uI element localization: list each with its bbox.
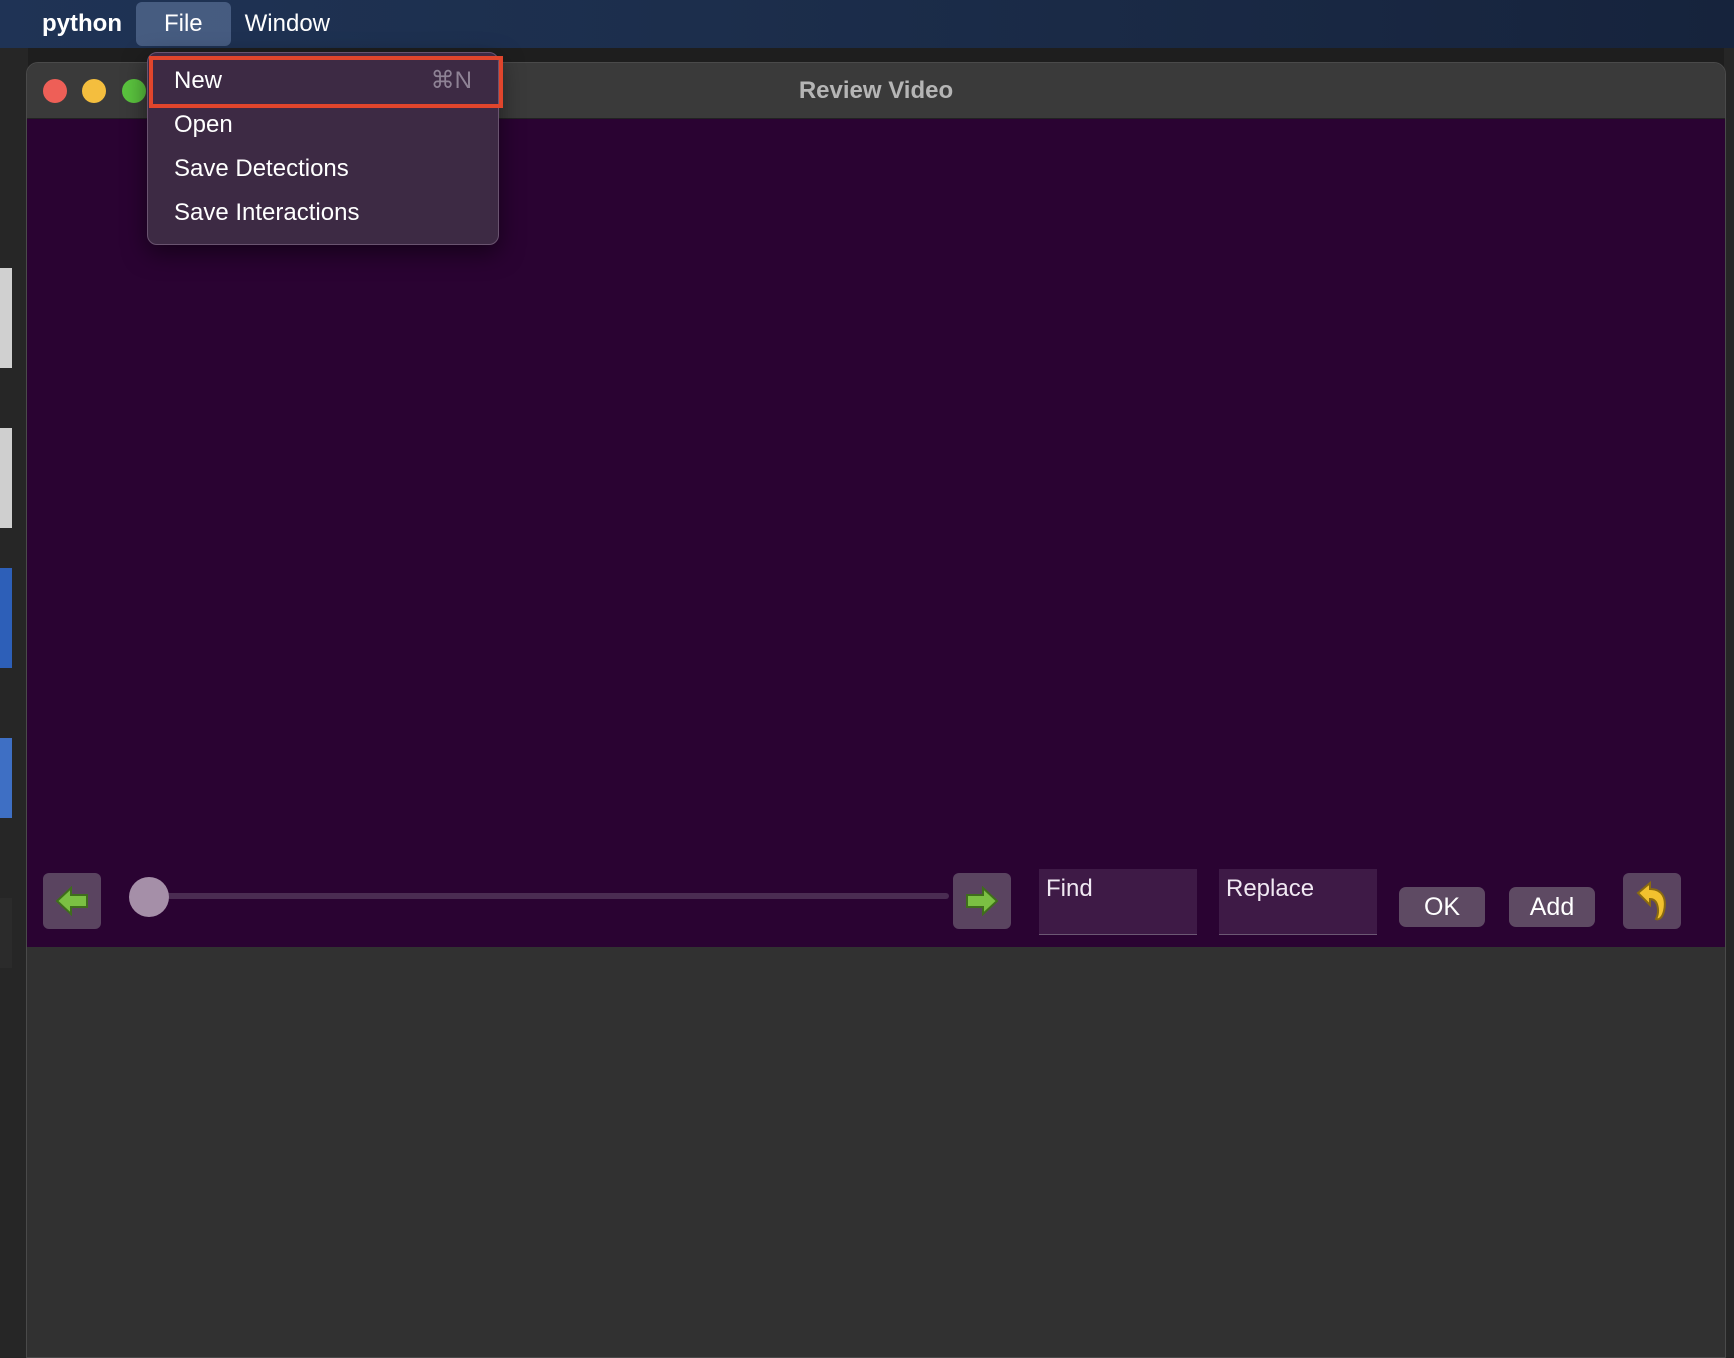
undo-button[interactable]: [1623, 873, 1681, 929]
file-menu-dropdown: New ⌘N Open Save Detections Save Interac…: [147, 52, 499, 245]
undo-arrow-icon: [1636, 881, 1666, 921]
desktop-background-left: [0, 48, 28, 1358]
ok-button[interactable]: OK: [1399, 887, 1485, 927]
add-button[interactable]: Add: [1509, 887, 1595, 927]
menu-bar: python File Window: [0, 0, 1734, 48]
menu-item-new[interactable]: New ⌘N: [148, 61, 498, 101]
menu-file[interactable]: File: [135, 2, 231, 46]
frame-slider-track[interactable]: [151, 893, 949, 899]
app-menu-python[interactable]: python: [42, 10, 122, 38]
previous-frame-button[interactable]: [43, 873, 101, 929]
menu-item-open-label: Open: [174, 111, 233, 138]
replace-input[interactable]: Replace: [1219, 869, 1377, 935]
next-frame-button[interactable]: [953, 873, 1011, 929]
menu-item-save-detections-label: Save Detections: [174, 155, 349, 182]
menu-item-open[interactable]: Open: [148, 105, 498, 145]
menu-item-save-interactions[interactable]: Save Interactions: [148, 193, 498, 233]
lower-panel: [27, 947, 1725, 1357]
menu-item-new-shortcut: ⌘N: [430, 67, 472, 94]
right-arrow-icon: [966, 886, 999, 916]
menu-item-save-detections[interactable]: Save Detections: [148, 149, 498, 189]
left-arrow-icon: [55, 886, 88, 916]
menu-item-new-label: New: [174, 67, 223, 94]
menu-item-save-interactions-label: Save Interactions: [174, 199, 360, 226]
menu-window[interactable]: Window: [231, 2, 358, 46]
review-video-window: Review Video Find Replace OK Add: [26, 62, 1726, 1358]
find-input[interactable]: Find: [1039, 869, 1197, 935]
frame-slider-knob[interactable]: [129, 877, 169, 917]
